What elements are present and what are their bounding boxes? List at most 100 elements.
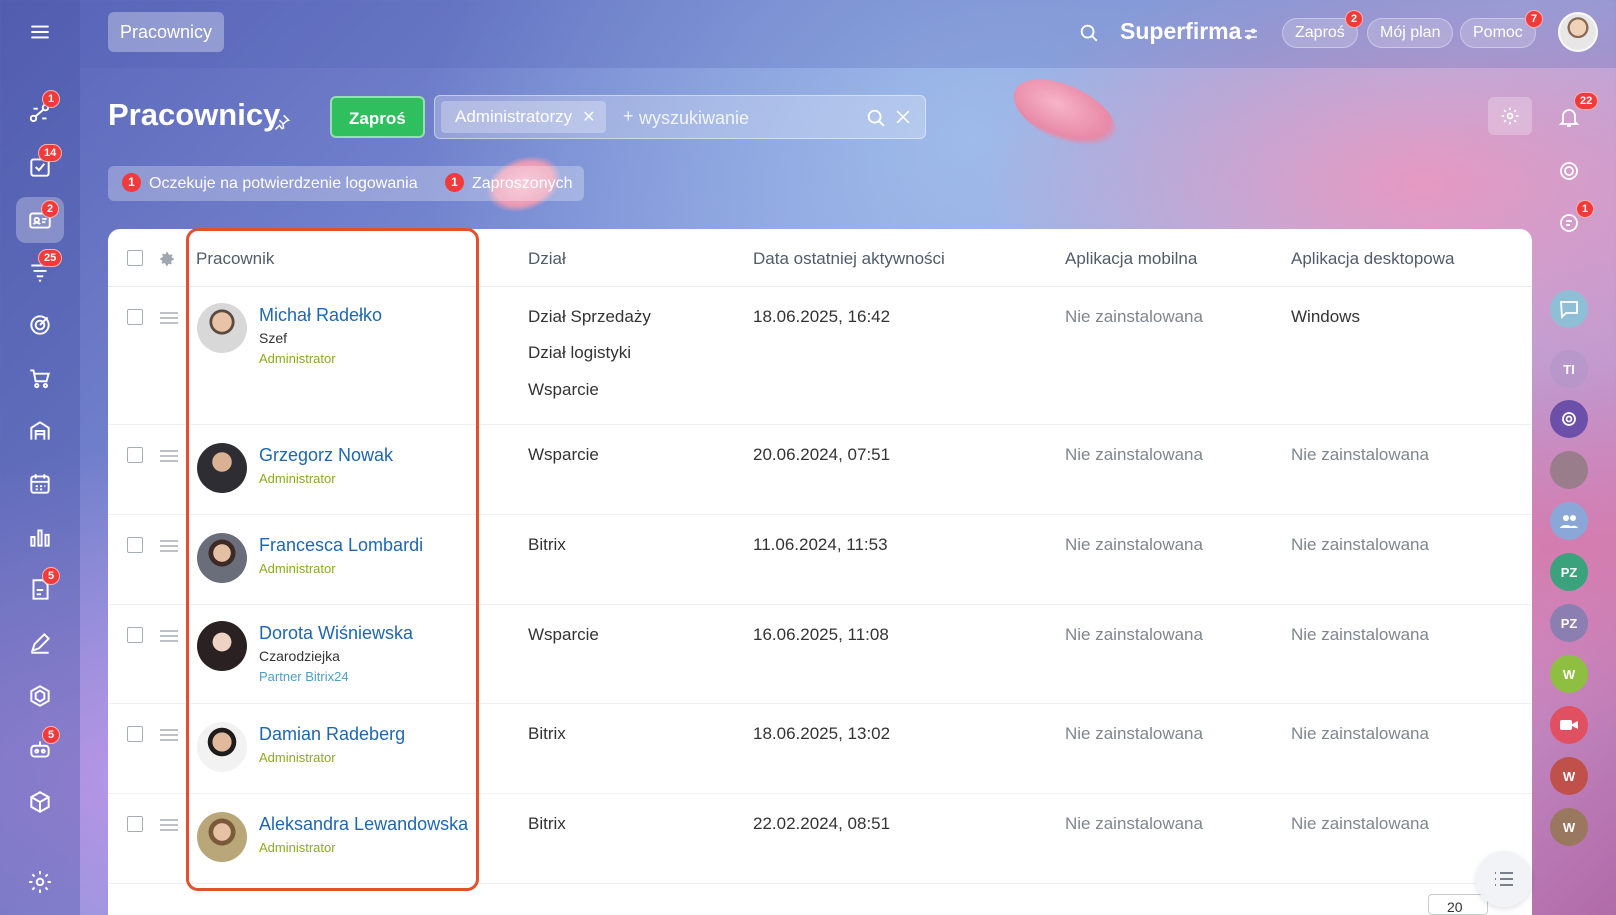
last-activity: 16.06.2025, 11:08 xyxy=(753,625,889,644)
sidebar-item-hexagon[interactable] xyxy=(16,673,64,719)
sidebar-item-calendar[interactable] xyxy=(16,461,64,507)
help-button[interactable]: Pomoc 7 xyxy=(1460,10,1544,48)
desktop-app-status: Nie zainstalowana xyxy=(1291,535,1429,554)
target-icon xyxy=(30,315,50,335)
counter-label: Oczekuje na potwierdzenie logowania xyxy=(149,175,418,192)
department[interactable]: Dział logistyki xyxy=(528,343,631,363)
column-header-mobile-app[interactable]: Aplikacja mobilna xyxy=(1065,249,1197,269)
drag-handle-icon[interactable] xyxy=(160,312,178,324)
employees-badge: 2 xyxy=(41,200,60,218)
user-avatar[interactable] xyxy=(1558,12,1598,52)
department[interactable]: Dział Sprzedaży xyxy=(528,307,651,327)
drag-handle-icon[interactable] xyxy=(160,819,178,831)
chat-avatar[interactable]: PZ xyxy=(1550,553,1588,591)
copilot-button[interactable] xyxy=(1550,152,1588,190)
filter-chip-label: Administratorzy xyxy=(455,107,573,126)
sidebar-item-crm[interactable]: 25 xyxy=(16,249,64,295)
invite-pill-button[interactable]: Zaproś 2 xyxy=(1282,10,1364,48)
department[interactable]: Bitrix xyxy=(528,814,566,834)
spiral-icon xyxy=(1562,412,1576,426)
chat-avatar[interactable] xyxy=(1550,290,1588,328)
notifications-button[interactable]: 22 xyxy=(1550,92,1599,136)
counter-pending-login[interactable]: 1 Oczekuje na potwierdzenie logowania xyxy=(122,166,418,201)
video-call-avatar[interactable] xyxy=(1550,706,1588,744)
gear-icon xyxy=(29,871,51,893)
column-header-last-activity[interactable]: Data ostatniej aktywności xyxy=(753,249,945,269)
department[interactable]: Wsparcie xyxy=(528,445,599,465)
sidebar-item-sign[interactable] xyxy=(16,620,64,666)
pin-icon[interactable] xyxy=(272,112,292,132)
chat-avatar[interactable] xyxy=(1550,400,1588,438)
list-menu-button[interactable] xyxy=(1476,851,1532,907)
search-icon[interactable] xyxy=(865,107,887,129)
filter-search-box[interactable]: Administratorzy ✕ + xyxy=(434,95,926,139)
row-checkbox[interactable] xyxy=(127,627,143,643)
sidebar-item-settings[interactable] xyxy=(16,859,64,905)
drag-handle-icon[interactable] xyxy=(160,729,178,741)
chat-button[interactable]: 1 xyxy=(1550,200,1595,242)
sidebar-item-shop[interactable] xyxy=(16,355,64,401)
row-checkbox[interactable] xyxy=(127,447,143,463)
group-chat-avatar[interactable] xyxy=(1550,502,1588,540)
top-bar: Pracownicy Superfirma Zaproś 2 Mój plan … xyxy=(80,0,1616,68)
page-tab[interactable]: Pracownicy xyxy=(108,12,225,52)
sidebar-item-bots[interactable]: 5 xyxy=(16,726,64,772)
row-checkbox[interactable] xyxy=(127,537,143,553)
invite-button[interactable]: Zaproś xyxy=(330,96,425,138)
search-input[interactable] xyxy=(639,103,859,133)
crm-badge: 25 xyxy=(38,249,63,267)
chat-avatar[interactable]: W xyxy=(1550,808,1588,846)
counter-invited[interactable]: 1 Zaproszonych xyxy=(445,166,573,201)
counters-bar: 1 Oczekuje na potwierdzenie logowania 1 Za… xyxy=(108,166,584,201)
row-checkbox[interactable] xyxy=(127,309,143,325)
drag-handle-icon[interactable] xyxy=(160,450,178,462)
last-activity: 22.02.2024, 08:51 xyxy=(753,814,891,833)
desktop-app-status: Nie zainstalowana xyxy=(1291,445,1429,464)
close-icon[interactable] xyxy=(893,107,913,127)
notifications-badge: 22 xyxy=(1574,92,1599,110)
sidebar-item-analytics[interactable] xyxy=(16,514,64,560)
page-title: Pracownicy xyxy=(108,97,281,132)
department[interactable]: Wsparcie xyxy=(528,380,599,400)
column-settings-gear-icon[interactable] xyxy=(158,250,176,268)
sidebar-item-market[interactable] xyxy=(16,779,64,825)
page-size-select[interactable]: 20 xyxy=(1428,894,1488,915)
chat-avatar[interactable] xyxy=(1550,451,1588,489)
sidebar-item-warehouse[interactable] xyxy=(16,408,64,454)
department[interactable]: Bitrix xyxy=(528,535,566,555)
sliders-icon[interactable] xyxy=(1242,25,1260,43)
row-checkbox[interactable] xyxy=(127,816,143,832)
department[interactable]: Bitrix xyxy=(528,724,566,744)
department[interactable]: Wsparcie xyxy=(528,625,599,645)
drag-handle-icon[interactable] xyxy=(160,630,178,642)
sidebar-item-employees[interactable]: 2 xyxy=(16,197,64,243)
message-icon xyxy=(1560,301,1578,320)
sidebar-item-documents[interactable]: 5 xyxy=(16,567,64,613)
sidebar-item-tasks[interactable]: 14 xyxy=(16,144,64,190)
filter-chip[interactable]: Administratorzy ✕ xyxy=(441,101,606,133)
chat-avatar[interactable]: TI xyxy=(1550,350,1588,388)
chat-avatar[interactable]: PZ xyxy=(1550,604,1588,642)
desktop-app-status: Nie zainstalowana xyxy=(1291,814,1429,833)
company-name[interactable]: Superfirma xyxy=(1120,18,1241,45)
last-activity: 18.06.2025, 16:42 xyxy=(753,307,891,326)
column-header-desktop-app[interactable]: Aplikacja desktopowa xyxy=(1291,249,1454,269)
mobile-app-status: Nie zainstalowana xyxy=(1065,625,1203,644)
row-checkbox[interactable] xyxy=(127,726,143,742)
search-icon[interactable] xyxy=(1078,22,1100,44)
chat-avatar[interactable]: W xyxy=(1550,655,1588,693)
invite-pill-label: Zaproś xyxy=(1295,24,1345,41)
menu-burger-icon[interactable] xyxy=(16,9,64,55)
last-activity: 20.06.2024, 07:51 xyxy=(753,445,891,464)
warehouse-icon xyxy=(30,421,50,440)
chat-avatar[interactable]: W xyxy=(1550,757,1588,795)
column-header-department[interactable]: Dział xyxy=(528,249,566,269)
hexagon-icon xyxy=(30,685,50,707)
chip-remove-icon[interactable]: ✕ xyxy=(582,109,595,126)
select-all-checkbox[interactable] xyxy=(127,250,143,266)
drag-handle-icon[interactable] xyxy=(160,540,178,552)
sidebar-item-goals[interactable] xyxy=(16,302,64,348)
sidebar-item-feed[interactable]: 1 xyxy=(16,90,64,136)
my-plan-button[interactable]: Mój plan xyxy=(1367,18,1454,48)
list-settings-button[interactable] xyxy=(1488,97,1532,135)
